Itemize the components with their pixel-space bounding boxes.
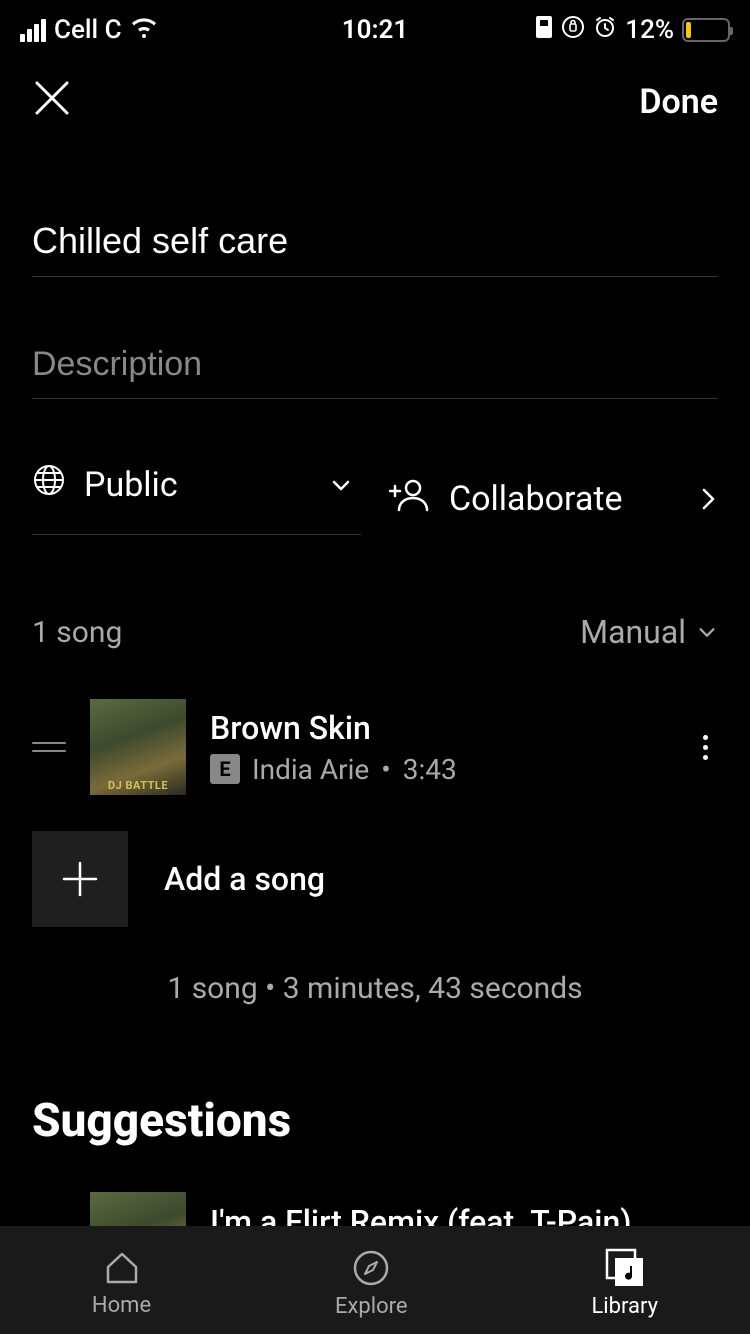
- album-art: [90, 699, 186, 795]
- collaborate-label: Collaborate: [449, 479, 623, 519]
- signal-icon: [20, 19, 46, 42]
- add-song-label: Add a song: [164, 860, 325, 898]
- tab-library-label: Library: [591, 1294, 658, 1319]
- song-count-label: 1 song: [32, 615, 122, 650]
- playlist-summary: 1 song • 3 minutes, 43 seconds: [32, 971, 718, 1006]
- tab-home-label: Home: [92, 1293, 151, 1318]
- drag-handle-icon[interactable]: [32, 742, 66, 752]
- song-artist: India Arie: [252, 753, 369, 786]
- tab-home[interactable]: Home: [92, 1249, 151, 1318]
- song-row[interactable]: Brown Skin E India Arie • 3:43: [32, 699, 718, 795]
- battery-icon: [682, 18, 730, 42]
- privacy-selector[interactable]: Public: [32, 463, 361, 535]
- collaborate-icon: [389, 476, 431, 523]
- song-title: Brown Skin: [210, 709, 669, 747]
- tab-explore-label: Explore: [335, 1294, 408, 1319]
- chevron-down-icon: [696, 613, 718, 651]
- clock: 10:21: [342, 15, 409, 45]
- add-song-button[interactable]: Add a song: [32, 831, 718, 927]
- plus-icon: [32, 831, 128, 927]
- tab-explore[interactable]: Explore: [335, 1248, 408, 1319]
- suggestions-heading: Suggestions: [32, 1094, 718, 1148]
- sort-selector[interactable]: Manual: [580, 613, 718, 651]
- collaborate-button[interactable]: Collaborate: [389, 463, 718, 535]
- carrier-label: Cell C: [54, 15, 122, 45]
- chevron-down-icon: [329, 473, 353, 497]
- song-menu-button[interactable]: [693, 725, 718, 770]
- wifi-icon: [130, 15, 158, 45]
- playlist-description-input[interactable]: [32, 321, 718, 399]
- done-button[interactable]: Done: [639, 82, 718, 122]
- rotation-lock-icon: [561, 15, 585, 46]
- card-icon: [535, 15, 553, 46]
- song-duration: 3:43: [403, 753, 457, 786]
- globe-icon: [32, 463, 66, 506]
- chevron-right-icon: [698, 486, 718, 512]
- sort-label: Manual: [580, 613, 686, 651]
- playlist-title-input[interactable]: [32, 196, 718, 277]
- alarm-icon: [593, 15, 617, 46]
- close-button[interactable]: [32, 78, 72, 126]
- status-bar: Cell C 10:21 12%: [0, 0, 750, 50]
- battery-pct: 12%: [625, 15, 674, 45]
- tab-library[interactable]: Library: [591, 1248, 658, 1319]
- explicit-badge: E: [210, 754, 240, 784]
- tab-bar: Home Explore Library: [0, 1226, 750, 1334]
- privacy-label: Public: [84, 465, 178, 505]
